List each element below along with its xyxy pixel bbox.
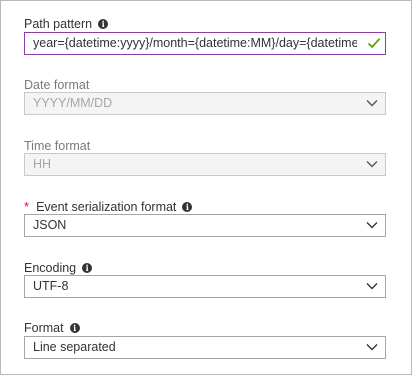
chevron-down-icon bbox=[366, 222, 378, 229]
encoding-label: Encoding bbox=[24, 261, 77, 275]
info-icon[interactable]: i bbox=[98, 19, 109, 29]
chevron-down-icon bbox=[366, 283, 378, 290]
chevron-down-icon bbox=[366, 344, 378, 351]
chevron-down-icon bbox=[366, 161, 378, 168]
format-dropdown[interactable]: Line separated bbox=[24, 336, 386, 359]
path-pattern-label: Path pattern bbox=[24, 17, 93, 31]
date-format-value: YYYY/MM/DD bbox=[33, 96, 113, 110]
path-pattern-value: year={datetime:yyyy}/month={datetime:MM}… bbox=[33, 36, 357, 50]
time-format-label: Time format bbox=[24, 139, 91, 153]
format-label: Format bbox=[24, 321, 64, 335]
time-format-value: HH bbox=[33, 157, 52, 171]
date-format-label: Date format bbox=[24, 78, 90, 92]
info-icon[interactable]: i bbox=[182, 202, 193, 212]
encoding-dropdown[interactable]: UTF-8 bbox=[24, 275, 386, 298]
event-serialization-label: Event serialization format bbox=[36, 200, 177, 214]
event-serialization-dropdown[interactable]: JSON bbox=[24, 214, 386, 237]
format-value: Line separated bbox=[33, 340, 116, 354]
chevron-down-icon bbox=[366, 100, 378, 107]
encoding-value: UTF-8 bbox=[33, 279, 69, 293]
settings-panel: Path pattern i year={datetime:yyyy}/mont… bbox=[0, 0, 412, 375]
event-serialization-value: JSON bbox=[33, 218, 67, 232]
path-pattern-input[interactable]: year={datetime:yyyy}/month={datetime:MM}… bbox=[24, 32, 386, 55]
date-format-dropdown[interactable]: YYYY/MM/DD bbox=[24, 92, 386, 115]
required-asterisk: * bbox=[24, 199, 30, 214]
info-icon[interactable]: i bbox=[82, 263, 93, 273]
info-icon[interactable]: i bbox=[69, 323, 80, 333]
checkmark-icon bbox=[367, 38, 381, 49]
time-format-dropdown[interactable]: HH bbox=[24, 153, 386, 176]
